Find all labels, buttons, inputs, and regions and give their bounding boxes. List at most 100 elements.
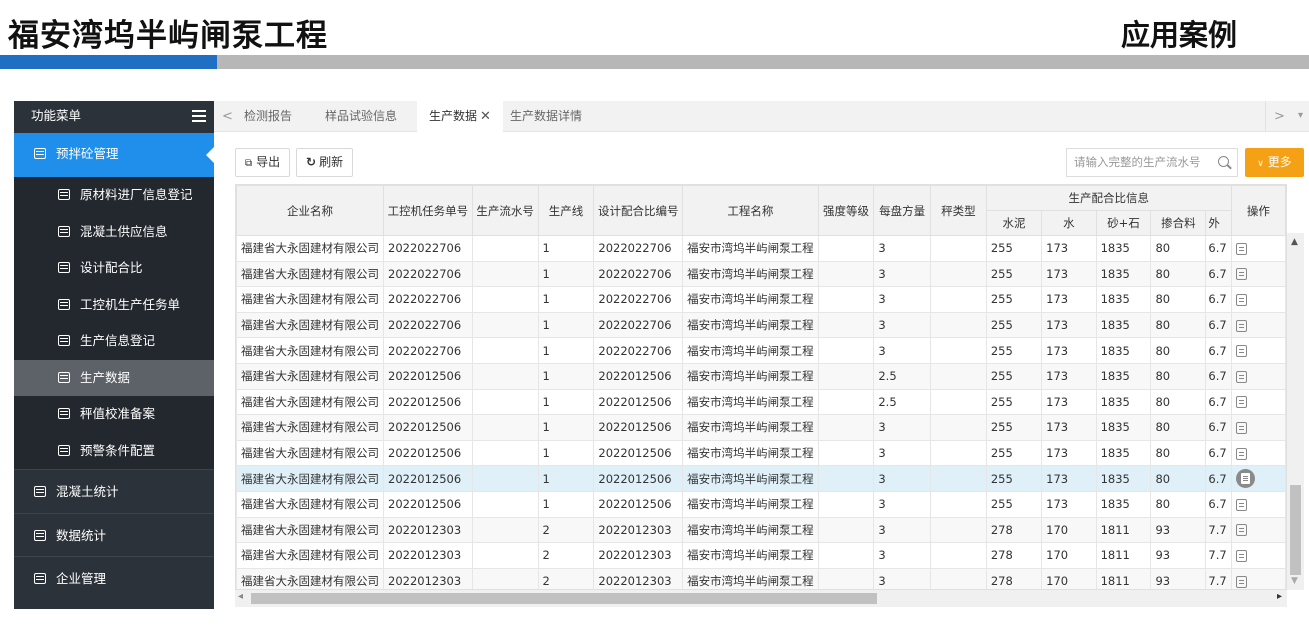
column-header-line[interactable]: 生产线 — [537, 185, 595, 236]
cell-serial — [471, 414, 539, 441]
table-row[interactable]: 福建省大永固建材有限公司 2022012506 1 2022012506 福安市湾坞半屿… — [236, 362, 1286, 390]
horizontal-scrollbar[interactable]: ◂ ▸ — [235, 590, 1287, 607]
detail-icon[interactable] — [1235, 370, 1247, 383]
scroll-right-icon[interactable]: ▸ — [1277, 591, 1282, 602]
sidebar-group-concrete-stats[interactable]: 混凝土统计 — [14, 469, 214, 513]
cell-extra: 6.7 — [1205, 286, 1232, 313]
column-header-grade[interactable]: 强度等级 — [817, 185, 875, 236]
sidebar-group-ready-mix[interactable]: 预拌砼管理 — [14, 133, 215, 177]
cell-cement: 278 — [985, 567, 1043, 589]
export-icon: ⧉ — [245, 158, 253, 169]
column-header-water[interactable]: 水 — [1041, 210, 1097, 236]
cell-company: 福建省大永固建材有限公司 — [236, 362, 384, 390]
cell-task-no: 2022012506 — [383, 439, 473, 467]
tab-test-report[interactable]: 检测报告 — [244, 101, 292, 132]
table-row[interactable]: 福建省大永固建材有限公司 2022022706 1 2022022706 福安市湾坞半屿… — [236, 311, 1286, 339]
cell-line: 1 — [537, 286, 595, 313]
sidebar-item-warning-config[interactable]: 预警条件配置 — [14, 432, 214, 469]
scroll-left-icon[interactable]: ◂ — [238, 591, 243, 602]
table-row[interactable]: 福建省大永固建材有限公司 2022012506 1 2022012506 福安市湾坞半屿… — [236, 465, 1286, 492]
detail-icon[interactable] — [1235, 498, 1247, 511]
detail-icon[interactable] — [1235, 469, 1255, 489]
menu-collapse-icon[interactable] — [192, 110, 206, 122]
detail-icon[interactable] — [1235, 268, 1247, 281]
cell-extra: 6.7 — [1205, 388, 1232, 416]
table-row[interactable]: 福建省大永固建材有限公司 2022022706 1 2022022706 福安市湾坞半屿… — [236, 337, 1286, 364]
detail-icon[interactable] — [1235, 396, 1247, 409]
vertical-scrollbar[interactable]: ▲ ▼ — [1287, 233, 1304, 590]
table-row[interactable]: 福建省大永固建材有限公司 2022012303 2 2022012303 福安市湾坞半屿… — [236, 516, 1286, 544]
sidebar-item-label: 设计配合比 — [80, 260, 143, 275]
table-row[interactable]: 福建省大永固建材有限公司 2022012303 2 2022012303 福安市湾坞半屿… — [236, 567, 1286, 589]
sidebar-group-company-management[interactable]: 企业管理 — [14, 556, 214, 600]
search-input[interactable]: 请输入完整的生产流水号 — [1066, 148, 1238, 177]
column-header-admixture[interactable]: 掺合料 — [1150, 210, 1207, 236]
sidebar-item-production-data[interactable]: 生产数据 — [14, 359, 214, 396]
table-row[interactable]: 福建省大永固建材有限公司 2022022706 1 2022022706 福安市湾坞半屿… — [236, 286, 1286, 313]
cell-scale — [929, 542, 987, 569]
cell-grade — [817, 260, 875, 288]
column-header-serial[interactable]: 生产流水号 — [471, 185, 539, 236]
sidebar-group-label: 预拌砼管理 — [56, 146, 119, 161]
scroll-up-icon[interactable]: ▲ — [1291, 237, 1298, 247]
cell-cement: 255 — [985, 311, 1043, 339]
cell-grade — [817, 465, 875, 492]
column-header-scale[interactable]: 秤类型 — [929, 185, 987, 236]
sidebar-group-data-stats[interactable]: 数据统计 — [14, 512, 214, 557]
cell-sand-stone: 1835 — [1095, 388, 1152, 416]
search-icon[interactable] — [1218, 156, 1229, 167]
tab-sample-test[interactable]: 样品试验信息 — [325, 101, 397, 132]
sidebar-item-mix-design[interactable]: 设计配合比 — [14, 250, 214, 287]
column-header-company[interactable]: 企业名称 — [236, 185, 384, 236]
column-header-mix-code[interactable]: 设计配合比编号 — [593, 185, 684, 236]
horizontal-scroll-thumb[interactable] — [251, 593, 877, 604]
scroll-down-icon[interactable]: ▼ — [1291, 576, 1298, 586]
detail-icon[interactable] — [1235, 524, 1247, 537]
tab-menu-icon[interactable]: ▾ — [1298, 110, 1303, 121]
cell-extra: 6.7 — [1205, 465, 1232, 492]
column-header-per-batch[interactable]: 每盘方量 — [873, 185, 931, 236]
sidebar-item-task-order[interactable]: 工控机生产任务单 — [14, 286, 214, 323]
column-header-task-no[interactable]: 工控机任务单号 — [383, 185, 473, 236]
sidebar-item-label: 预警条件配置 — [80, 442, 156, 458]
refresh-button[interactable]: ↻ 刷新 — [296, 148, 354, 177]
cell-sand-stone: 1811 — [1095, 516, 1152, 544]
column-header-extra[interactable]: 外 — [1205, 210, 1232, 236]
close-icon[interactable]: ✕ — [480, 109, 491, 124]
cell-cement: 255 — [985, 388, 1043, 416]
detail-icon[interactable] — [1235, 293, 1247, 306]
cell-task-no: 2022012303 — [383, 516, 473, 544]
detail-icon[interactable] — [1235, 421, 1247, 434]
detail-icon[interactable] — [1235, 242, 1247, 255]
column-header-cement[interactable]: 水泥 — [985, 210, 1043, 236]
cell-task-no: 2022022706 — [383, 286, 473, 313]
tab-production-detail[interactable]: 生产数据详情 — [510, 101, 582, 132]
table-row[interactable]: 福建省大永固建材有限公司 2022022706 1 2022022706 福安市湾坞半屿… — [236, 235, 1286, 262]
detail-icon[interactable] — [1235, 575, 1247, 588]
sidebar-item-raw-material[interactable]: 原材料进厂信息登记 — [14, 177, 214, 214]
sidebar-item-scale-calibration[interactable]: 秤值校准备案 — [14, 396, 214, 433]
table-row[interactable]: 福建省大永固建材有限公司 2022012303 2 2022012303 福安市湾坞半屿… — [236, 542, 1286, 569]
table-row[interactable]: 福建省大永固建材有限公司 2022022706 1 2022022706 福安市湾坞半屿… — [236, 260, 1286, 288]
export-button[interactable]: ⧉ 导出 — [235, 148, 291, 177]
cell-task-no: 2022012303 — [383, 567, 473, 589]
column-header-project[interactable]: 工程名称 — [682, 185, 819, 236]
detail-icon[interactable] — [1235, 319, 1247, 332]
cell-per-batch: 3 — [873, 311, 931, 339]
vertical-scroll-thumb[interactable] — [1290, 485, 1301, 575]
detail-icon[interactable] — [1235, 345, 1247, 358]
table-row[interactable]: 福建省大永固建材有限公司 2022012506 1 2022012506 福安市湾坞半屿… — [236, 388, 1286, 416]
more-button[interactable]: ∨ 更多 — [1245, 148, 1304, 177]
cell-line: 1 — [537, 311, 595, 339]
table-row[interactable]: 福建省大永固建材有限公司 2022012506 1 2022012506 福安市湾坞半屿… — [236, 439, 1286, 467]
tab-next-icon[interactable]: > — [1274, 109, 1285, 124]
sidebar-item-concrete-supply[interactable]: 混凝土供应信息 — [14, 213, 214, 250]
sidebar-item-production-registration[interactable]: 生产信息登记 — [14, 323, 214, 360]
column-header-sand-stone[interactable]: 砂+石 — [1095, 210, 1152, 236]
detail-icon[interactable] — [1235, 549, 1247, 562]
tab-prev-icon[interactable]: < — [222, 109, 233, 124]
detail-icon[interactable] — [1235, 447, 1247, 460]
table-row[interactable]: 福建省大永固建材有限公司 2022012506 1 2022012506 福安市湾坞半屿… — [236, 490, 1286, 518]
tab-production-data[interactable]: 生产数据 ✕ — [417, 101, 503, 132]
table-row[interactable]: 福建省大永固建材有限公司 2022012506 1 2022012506 福安市湾坞半屿… — [236, 414, 1286, 441]
